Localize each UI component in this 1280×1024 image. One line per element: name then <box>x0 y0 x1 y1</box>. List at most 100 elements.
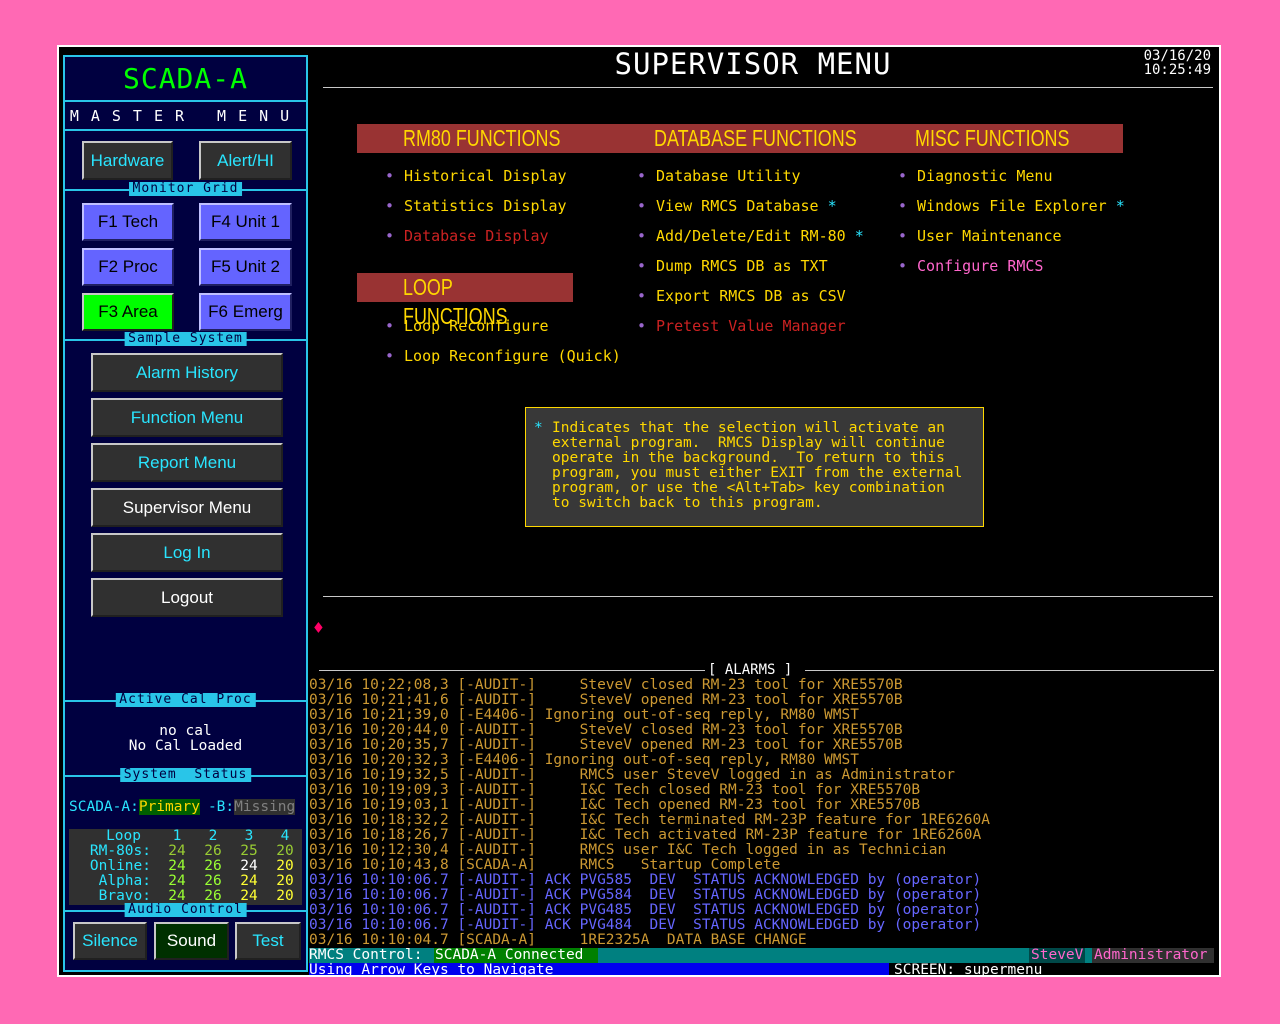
supervisor-menu-area: SUPERVISOR MENU 03/16/20 10:25:49 RM80 F… <box>309 47 1219 977</box>
report-menu-button[interactable]: Report Menu <box>91 443 283 482</box>
alarm-history-button[interactable]: Alarm History <box>91 353 283 392</box>
alarm-row[interactable]: 03/16 10;19;03,1 [-AUDIT-] I&C Tech open… <box>309 798 990 813</box>
f4-unit1-button[interactable]: F4 Unit 1 <box>199 203 292 241</box>
configure-rmcs-item[interactable]: • Configure RMCS <box>898 257 1043 275</box>
title-divider <box>323 87 1213 88</box>
alarm-row[interactable]: 03/16 10;18;26,7 [-AUDIT-] I&C Tech acti… <box>309 828 990 843</box>
note-text: Indicates that the selection will activa… <box>552 420 963 511</box>
alarm-row[interactable]: 03/16 10;18;32,2 [-AUDIT-] I&C Tech term… <box>309 813 990 828</box>
navigation-hint: Using Arrow Keys to Navigate <box>309 963 889 975</box>
status-bar: RMCS Control: SCADA-A Connected SteveV A… <box>309 948 1214 963</box>
connection-status: SCADA-A Connected <box>434 948 598 963</box>
loop-col-header: 1 <box>172 828 182 844</box>
historical-display-item[interactable]: • Historical Display <box>385 167 567 185</box>
scada-b-label: -B: <box>207 799 235 815</box>
alarm-row[interactable]: 03/16 10;20;44,0 [-AUDIT-] SteveV closed… <box>309 723 990 738</box>
alarm-row[interactable]: 03/16 10;10;43,8 [SCADA-A] RMCS Startup … <box>309 858 990 873</box>
database-utility-item[interactable]: • Database Utility <box>637 167 801 185</box>
alarm-row[interactable]: 03/16 10:10:06.7 [-AUDIT-] ACK PVG584 DE… <box>309 888 990 903</box>
alarm-row[interactable]: 03/16 10;20;32,3 [-E4406-] Ignoring out-… <box>309 753 990 768</box>
alarms-header-line-left <box>319 670 709 671</box>
loop-row-label: Alpha: <box>98 873 151 889</box>
pretest-value-manager-item[interactable]: • Pretest Value Manager <box>637 317 846 335</box>
scada-a-label: SCADA-A: <box>69 799 139 815</box>
alarm-pointer-icon: ♦ <box>313 618 324 639</box>
scada-b-status: Missing <box>234 799 296 815</box>
f5-unit2-button[interactable]: F5 Unit 2 <box>199 248 292 286</box>
alarms-header-line-right <box>805 670 1214 671</box>
function-menu-button[interactable]: Function Menu <box>91 398 283 437</box>
alert-hi-button[interactable]: Alert/HI <box>199 141 292 180</box>
alarms-label: [ ALARMS ] <box>705 662 796 678</box>
silence-button[interactable]: Silence <box>73 922 147 960</box>
test-button[interactable]: Test <box>235 922 301 960</box>
alarm-row[interactable]: 03/16 10:10:04.7 [SCADA-A] 1RE2325A DATA… <box>309 933 990 948</box>
loop-cell: 26 <box>204 843 222 859</box>
f6-emerg-button[interactable]: F6 Emerg <box>199 293 292 331</box>
alarm-row[interactable]: 03/16 10;19;32,5 [-AUDIT-] RMCS user Ste… <box>309 768 990 783</box>
loop-cell: 20 <box>276 873 294 889</box>
alarm-row[interactable]: 03/16 10:10:06.7 [-AUDIT-] ACK PVG484 DE… <box>309 918 990 933</box>
log-in-button[interactable]: Log In <box>91 533 283 572</box>
loop-cell: 24 <box>168 873 186 889</box>
external-program-star: * <box>827 197 837 215</box>
logout-button[interactable]: Logout <box>91 578 283 617</box>
alarm-row[interactable]: 03/16 10;21;41,6 [-AUDIT-] SteveV opened… <box>309 693 990 708</box>
loop-reconfigure-item[interactable]: • Loop Reconfigure <box>385 317 549 335</box>
database-display-item[interactable]: • Database Display <box>385 227 549 245</box>
audio-control-section: Audio Control Silence Sound Test <box>65 903 306 972</box>
monitor-grid-label: Monitor Grid <box>128 182 243 196</box>
loop-cell: 20 <box>276 888 294 904</box>
master-menu-label: MASTER MENU <box>65 102 306 131</box>
alarm-row[interactable]: 03/16 10;21;39,0 [-E4406-] Ignoring out-… <box>309 708 990 723</box>
scada-a-status: Primary <box>138 799 200 815</box>
date-display: 03/16/20 <box>1143 48 1211 64</box>
loop-cell: 24 <box>240 858 258 874</box>
windows-file-explorer-item[interactable]: • Windows File Explorer * <box>898 197 1125 215</box>
loop-cell: 25 <box>240 843 258 859</box>
cal-status-line1: no cal <box>159 723 212 739</box>
view-rmcs-database-item[interactable]: • View RMCS Database * <box>637 197 837 215</box>
supervisor-menu-button[interactable]: Supervisor Menu <box>91 488 283 527</box>
alarm-row[interactable]: 03/16 10;20;35,7 [-AUDIT-] SteveV opened… <box>309 738 990 753</box>
external-program-star: * <box>1115 197 1125 215</box>
note-star: * <box>534 420 543 436</box>
f1-tech-button[interactable]: F1 Tech <box>82 203 174 241</box>
add-delete-edit-rm80-item[interactable]: • Add/Delete/Edit RM-80 * <box>637 227 864 245</box>
f2-proc-button[interactable]: F2 Proc <box>82 248 174 286</box>
loop-functions-header: LOOP FUNCTIONS <box>357 273 573 329</box>
active-cal-label: Active Cal Proc <box>115 693 256 707</box>
external-program-star: * <box>854 227 864 245</box>
system-title: SCADA-A <box>65 57 306 102</box>
rm80-functions-header: RM80 FUNCTIONS <box>357 124 653 153</box>
alarm-row[interactable]: 03/16 10:10:06.7 [-AUDIT-] ACK PVG585 DE… <box>309 873 990 888</box>
system-status-label: System Status <box>119 768 252 782</box>
external-program-note: * Indicates that the selection will acti… <box>525 407 984 527</box>
misc-functions-header: MISC FUNCTIONS <box>915 124 1123 153</box>
statistics-display-item[interactable]: • Statistics Display <box>385 197 567 215</box>
dump-rmcs-db-txt-item[interactable]: • Dump RMCS DB as TXT <box>637 257 828 275</box>
alarms-header: [ ALARMS ] <box>319 662 1214 678</box>
user-maintenance-item[interactable]: • User Maintenance <box>898 227 1062 245</box>
alarm-list[interactable]: 03/16 10;22;08,3 [-AUDIT-] SteveV closed… <box>309 678 990 948</box>
diagnostic-menu-item[interactable]: • Diagnostic Menu <box>898 167 1053 185</box>
alarm-row[interactable]: 03/16 10;12;30,4 [-AUDIT-] RMCS user I&C… <box>309 843 990 858</box>
f3-area-button[interactable]: F3 Area <box>82 293 174 331</box>
cal-status-line2: No Cal Loaded <box>128 738 243 754</box>
loop-reconfigure-quick-item[interactable]: • Loop Reconfigure (Quick) <box>385 347 621 365</box>
loop-cell: 24 <box>240 873 258 889</box>
loop-row-label: RM-80s: <box>89 843 151 859</box>
loop-status-table: Loop 1 2 3 4 RM-80s: 24 26 25 20 Online: 24 26 24 20 Al… <box>69 829 302 905</box>
hardware-button[interactable]: Hardware <box>82 141 173 180</box>
alarm-row[interactable]: 03/16 10;19;09,3 [-AUDIT-] I&C Tech clos… <box>309 783 990 798</box>
alarm-row[interactable]: 03/16 10:10:06.7 [-AUDIT-] ACK PVG485 DE… <box>309 903 990 918</box>
sound-button[interactable]: Sound <box>154 922 229 960</box>
alarm-row[interactable]: 03/16 10;22;08,3 [-AUDIT-] SteveV closed… <box>309 678 990 693</box>
datetime-readout: 03/16/20 10:25:49 <box>1144 49 1211 77</box>
alarm-divider <box>323 596 1213 597</box>
page-title: SUPERVISOR MENU <box>614 47 892 81</box>
master-menu-panel: SCADA-A MASTER MENU Hardware Alert/HI Mo… <box>63 55 308 972</box>
export-rmcs-db-csv-item[interactable]: • Export RMCS DB as CSV <box>637 287 846 305</box>
loop-col-header: 4 <box>280 828 290 844</box>
screen-name: SCREEN: supermenu <box>894 962 1043 977</box>
